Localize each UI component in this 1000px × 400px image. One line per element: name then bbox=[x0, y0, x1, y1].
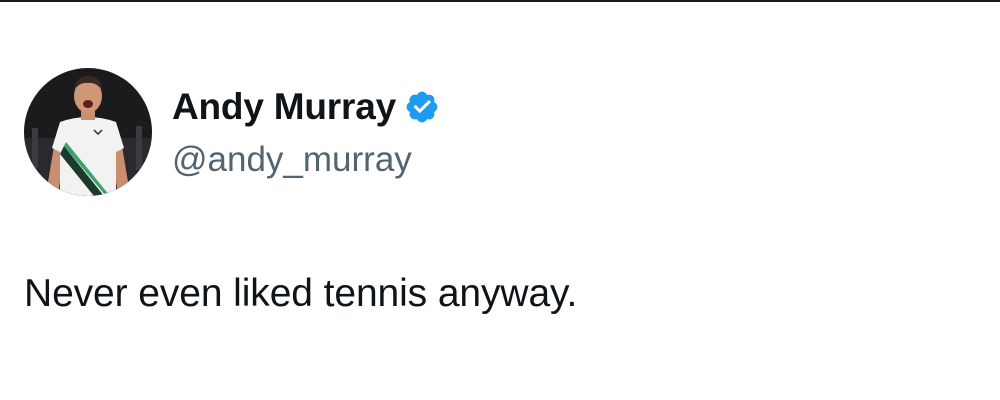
tweet-card: Andy Murray @andy_murray Never even like… bbox=[0, 0, 1000, 400]
avatar-photo-icon bbox=[24, 68, 152, 196]
display-name[interactable]: Andy Murray bbox=[172, 86, 396, 128]
tweet-text: Never even liked tennis anyway. bbox=[24, 272, 578, 315]
display-name-row: Andy Murray bbox=[172, 84, 440, 130]
tweet-header: Andy Murray @andy_murray bbox=[24, 68, 440, 196]
avatar[interactable] bbox=[24, 68, 152, 196]
author-names: Andy Murray @andy_murray bbox=[172, 84, 440, 180]
author-handle[interactable]: @andy_murray bbox=[172, 140, 440, 180]
verified-badge-icon bbox=[404, 89, 440, 125]
